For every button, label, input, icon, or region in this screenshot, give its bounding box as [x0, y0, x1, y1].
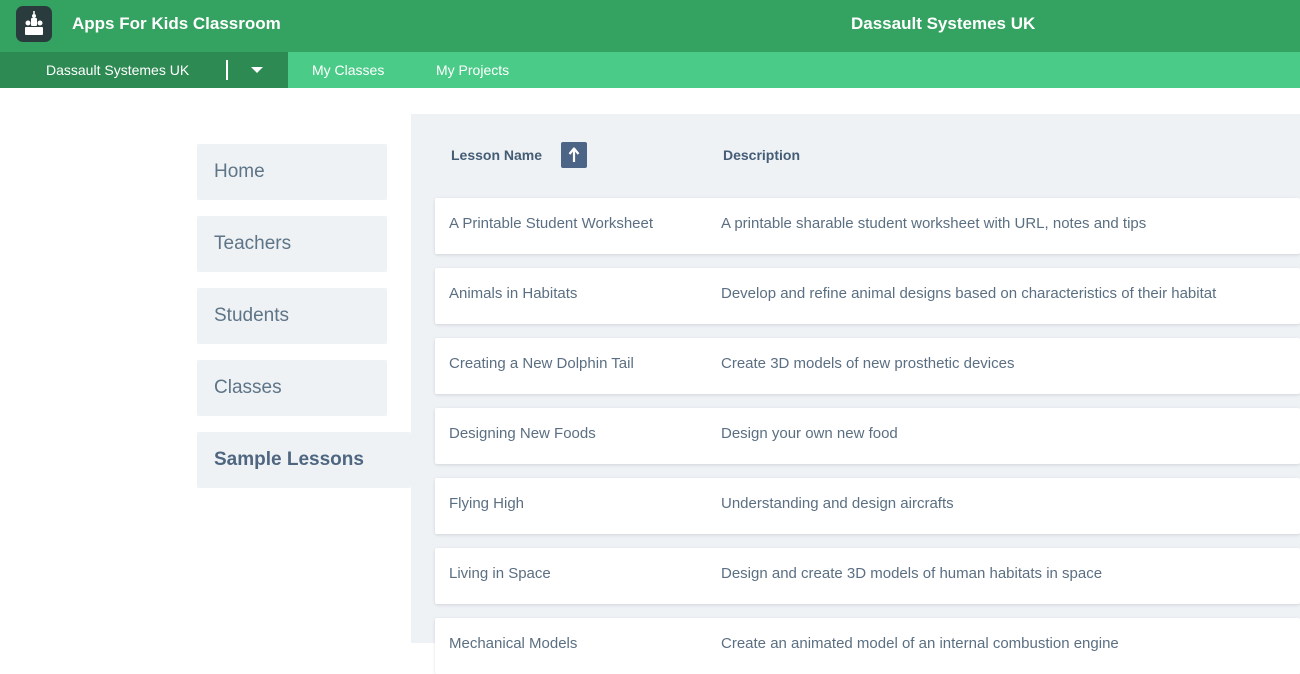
table-row[interactable]: Living in Space Design and create 3D mod…: [435, 548, 1300, 604]
selector-divider: [226, 60, 228, 80]
sidebar-item-sample-lessons[interactable]: Sample Lessons: [197, 432, 411, 488]
nav-my-classes[interactable]: My Classes: [312, 62, 384, 78]
nav-my-projects[interactable]: My Projects: [436, 62, 509, 78]
lesson-description: Develop and refine animal designs based …: [721, 285, 1217, 302]
sub-navigation: Dassault Systemes UK My Classes My Proje…: [0, 52, 1300, 88]
lessons-table: Lesson Name Description A Printable Stud…: [411, 114, 1300, 674]
lesson-description: Design your own new food: [721, 425, 898, 442]
table-row[interactable]: Creating a New Dolphin Tail Create 3D mo…: [435, 338, 1300, 394]
org-title: Dassault Systemes UK: [851, 14, 1036, 33]
table-row[interactable]: A Printable Student Worksheet A printabl…: [435, 198, 1300, 254]
app-title: Apps For Kids Classroom: [72, 14, 281, 33]
table-row[interactable]: Designing New Foods Design your own new …: [435, 408, 1300, 464]
column-header-description: Description: [723, 147, 801, 163]
sidebar-item-students[interactable]: Students: [197, 288, 387, 344]
table-row[interactable]: Mechanical Models Create an animated mod…: [435, 618, 1300, 674]
table-row[interactable]: Animals in Habitats Develop and refine a…: [435, 268, 1300, 324]
lesson-name: Creating a New Dolphin Tail: [449, 355, 634, 372]
lesson-name: Living in Space: [449, 565, 551, 582]
organization-selector-label: Dassault Systemes UK: [46, 62, 190, 78]
lesson-name: Mechanical Models: [449, 635, 578, 652]
lesson-name: Flying High: [449, 495, 525, 512]
sidebar-item-teachers[interactable]: Teachers: [197, 216, 387, 272]
lesson-description: Design and create 3D models of human hab…: [721, 565, 1103, 582]
top-header: Apps For Kids Classroom Dassault Systeme…: [0, 0, 1300, 52]
column-header-lesson-name[interactable]: Lesson Name: [451, 146, 542, 164]
lesson-description: Understanding and design aircrafts: [721, 495, 954, 512]
classroom-logo-icon[interactable]: [16, 6, 52, 42]
lesson-description: A printable sharable student worksheet w…: [721, 215, 1147, 232]
lesson-name: Animals in Habitats: [449, 285, 578, 302]
chevron-down-icon[interactable]: [251, 67, 263, 73]
lesson-description: Create 3D models of new prosthetic devic…: [721, 355, 1015, 372]
sidebar-item-classes[interactable]: Classes: [197, 360, 387, 416]
sidebar-item-home[interactable]: Home: [197, 144, 387, 200]
lesson-name: A Printable Student Worksheet: [449, 215, 654, 232]
organization-selector[interactable]: Dassault Systemes UK: [0, 52, 288, 88]
sort-ascending-icon[interactable]: [561, 142, 587, 168]
lesson-name: Designing New Foods: [449, 425, 596, 442]
table-row[interactable]: Flying High Understanding and design air…: [435, 478, 1300, 534]
lesson-description: Create an animated model of an internal …: [721, 635, 1119, 652]
